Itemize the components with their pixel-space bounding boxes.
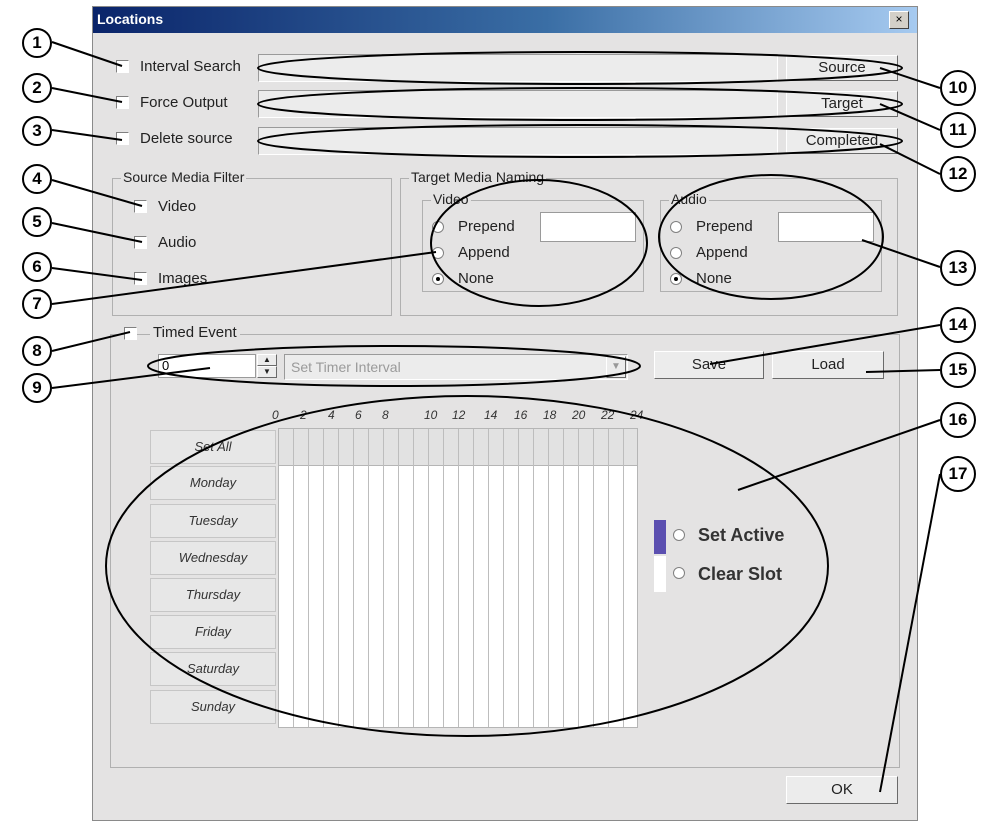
annotation-ellipse xyxy=(658,174,884,300)
leader-line xyxy=(879,473,941,793)
leader-line xyxy=(51,251,437,305)
callout-9: 9 xyxy=(22,373,52,403)
annotation-ellipse xyxy=(257,51,903,85)
callout-2: 2 xyxy=(22,73,52,103)
leader-line xyxy=(51,222,143,243)
callout-3: 3 xyxy=(22,116,52,146)
callout-17: 17 xyxy=(940,456,976,492)
leader-line xyxy=(51,129,123,141)
callout-1: 1 xyxy=(22,28,52,58)
leader-line xyxy=(865,369,941,373)
leader-line xyxy=(879,143,941,175)
annotation-ellipse xyxy=(257,87,903,121)
callout-14: 14 xyxy=(940,307,976,343)
annotation-ellipse xyxy=(257,124,903,158)
callout-5: 5 xyxy=(22,207,52,237)
leader-line xyxy=(51,267,143,281)
callout-7: 7 xyxy=(22,289,52,319)
leader-line xyxy=(879,67,941,89)
callout-6: 6 xyxy=(22,252,52,282)
leader-line xyxy=(51,179,143,207)
callout-16: 16 xyxy=(940,402,976,438)
leader-line xyxy=(51,331,131,352)
callout-12: 12 xyxy=(940,156,976,192)
callout-4: 4 xyxy=(22,164,52,194)
callout-11: 11 xyxy=(940,112,976,148)
callout-10: 10 xyxy=(940,70,976,106)
leader-line xyxy=(51,87,123,103)
leader-line xyxy=(51,41,123,67)
callout-13: 13 xyxy=(940,250,976,286)
annotation-ellipse xyxy=(105,395,829,737)
callout-8: 8 xyxy=(22,336,52,366)
annotation-ellipse xyxy=(147,345,641,387)
leader-line xyxy=(709,324,941,365)
annotation-ellipse xyxy=(430,179,648,307)
annotation-overlay xyxy=(51,41,941,793)
leader-line xyxy=(51,367,211,389)
callout-15: 15 xyxy=(940,352,976,388)
leader-line xyxy=(879,103,941,131)
leader-line xyxy=(737,419,941,491)
